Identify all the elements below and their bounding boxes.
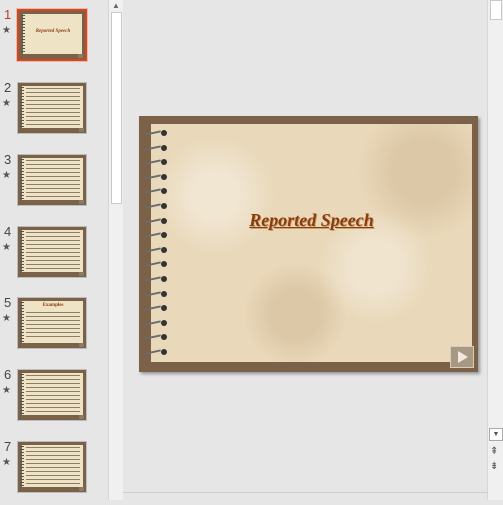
slide-thumbnail-2[interactable]: 2 ★ [0,80,108,146]
slide-scrollbar[interactable]: ▼ ⇞ ⇟ [487,0,503,500]
thumbnail-scrollbar[interactable]: ▲ [108,0,123,500]
binding-ring [144,276,167,282]
binding-ring [144,319,167,326]
slide-paper [151,124,472,362]
slide-thumbnail-5[interactable]: 5 ★ Examples [0,295,108,361]
binding-ring [144,173,167,180]
thumbnail-image[interactable] [17,441,87,493]
binding-ring [144,334,167,341]
slide-title[interactable]: Reported Speech [151,210,472,231]
star-icon: ★ [2,242,11,253]
slide-number: 4 [4,224,12,239]
star-icon: ★ [2,457,11,468]
binding-ring [144,159,167,166]
slide-number: 5 [4,295,12,310]
scrollbar-thumb[interactable] [111,12,122,204]
scrollbar-thumb[interactable] [490,0,502,20]
binding-ring [144,130,167,136]
next-slide-icon[interactable]: ⇟ [490,461,498,472]
play-arrow-icon [458,351,468,363]
binding-ring [144,144,167,151]
slide-number: 6 [4,367,12,382]
binding-ring [144,232,167,239]
slide-thumbnail-pane: 1 ★ Reported Speech 2 ★ 3 ★ 4 ★ 5 ★ Exam… [0,0,108,500]
binding-ring [144,290,167,297]
slide-number: 7 [4,439,12,454]
thumbnail-image[interactable] [17,82,87,134]
slide-thumbnail-7[interactable]: 7 ★ [0,439,108,505]
next-slide-button[interactable] [450,346,474,368]
binding-ring [144,305,167,312]
binding-ring [144,203,167,209]
star-icon: ★ [2,313,11,324]
star-icon: ★ [2,170,11,181]
slide-number: 3 [4,152,12,167]
slide-thumbnail-1[interactable]: 1 ★ Reported Speech [0,7,108,73]
scroll-down-icon[interactable]: ▼ [489,428,503,441]
binding-ring [144,188,167,195]
thumbnail-image[interactable] [17,369,87,421]
thumbnail-image[interactable] [17,154,87,206]
thumbnail-image[interactable] [17,226,87,278]
current-slide[interactable]: Reported Speech [139,116,478,372]
binding-ring [144,349,167,355]
slide-thumbnail-3[interactable]: 3 ★ [0,152,108,218]
binding-ring [144,261,167,268]
slide-number: 2 [4,80,12,95]
slide-thumbnail-6[interactable]: 6 ★ [0,367,108,433]
star-icon: ★ [2,385,11,396]
thumbnail-image[interactable]: Reported Speech [17,9,87,61]
slide-number: 1 [4,7,12,22]
slide-editor: Reported Speech [123,0,487,492]
thumbnail-image[interactable]: Examples [17,297,87,349]
binding-ring [144,246,167,253]
scroll-up-icon[interactable]: ▲ [109,0,123,12]
pane-divider [123,492,487,493]
thumbnail-title: Reported Speech [35,29,71,34]
star-icon: ★ [2,98,11,109]
previous-slide-icon[interactable]: ⇞ [490,446,498,457]
star-icon: ★ [2,25,11,36]
slide-thumbnail-4[interactable]: 4 ★ [0,224,108,290]
thumbnail-title: Examples [42,303,64,308]
